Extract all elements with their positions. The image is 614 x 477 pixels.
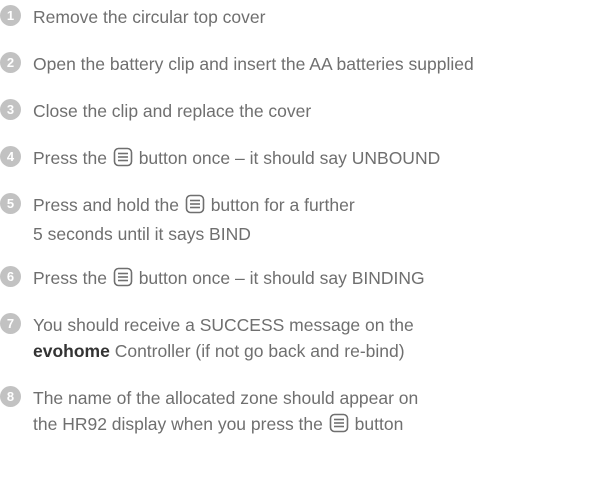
step-text-after: Controller (if not go back and re-bind) <box>114 341 405 361</box>
menu-button-icon <box>185 194 205 221</box>
step-text: Open the battery clip and insert the AA … <box>33 54 474 74</box>
step-1: 1 Remove the circular top cover <box>0 4 265 30</box>
step-line-1: You should receive a SUCCESS message on … <box>33 315 414 335</box>
step-text-before: Press the <box>33 148 107 168</box>
step-text-after: button once – it should say UNBOUND <box>138 148 441 168</box>
step-text-before: the HR92 display when you press the <box>33 414 323 434</box>
evohome-brand: evohome <box>33 341 110 361</box>
step-number: 7 <box>0 313 21 334</box>
step-2: 2 Open the battery clip and insert the A… <box>0 51 474 77</box>
menu-button-icon <box>329 413 349 440</box>
step-text: Remove the circular top cover <box>33 7 266 27</box>
step-text: Press and hold the button for a further … <box>33 192 355 247</box>
step-text-before: Press and hold the <box>33 195 179 215</box>
step-number: 4 <box>0 146 21 167</box>
step-4: 4 Press the button once – it should say … <box>0 145 440 174</box>
step-number: 8 <box>0 386 21 407</box>
step-6: 6 Press the button once – it should say … <box>0 265 425 294</box>
step-line-2: evohome Controller (if not go back and r… <box>33 338 414 364</box>
step-text-before: Press the <box>33 268 107 288</box>
step-line-1: Press and hold the button for a further <box>33 192 355 221</box>
step-5: 5 Press and hold the button for a furthe… <box>0 192 355 247</box>
step-number: 2 <box>0 52 21 73</box>
step-number: 6 <box>0 266 21 287</box>
menu-button-icon <box>113 267 133 294</box>
step-text: Press the button once – it should say BI… <box>33 265 425 294</box>
step-text: Press the button once – it should say UN… <box>33 145 440 174</box>
menu-button-icon <box>113 147 133 174</box>
step-text: You should receive a SUCCESS message on … <box>33 312 414 364</box>
step-line-1: The name of the allocated zone should ap… <box>33 388 419 408</box>
step-text-after: button once – it should say BINDING <box>138 268 425 288</box>
step-text-after: button <box>354 414 404 434</box>
step-3: 3 Close the clip and replace the cover <box>0 98 311 124</box>
step-number: 3 <box>0 99 21 120</box>
step-text-after: button for a further <box>210 195 355 215</box>
step-text: Close the clip and replace the cover <box>33 101 312 121</box>
instruction-steps: 1 Remove the circular top cover 2 Open t… <box>0 0 614 477</box>
step-line-2: the HR92 display when you press the butt… <box>33 411 418 440</box>
step-7: 7 You should receive a SUCCESS message o… <box>0 312 414 364</box>
step-number: 5 <box>0 193 21 214</box>
step-line-2: 5 seconds until it says BIND <box>33 224 251 244</box>
step-text: The name of the allocated zone should ap… <box>33 385 418 440</box>
step-number: 1 <box>0 5 21 26</box>
step-8: 8 The name of the allocated zone should … <box>0 385 418 440</box>
